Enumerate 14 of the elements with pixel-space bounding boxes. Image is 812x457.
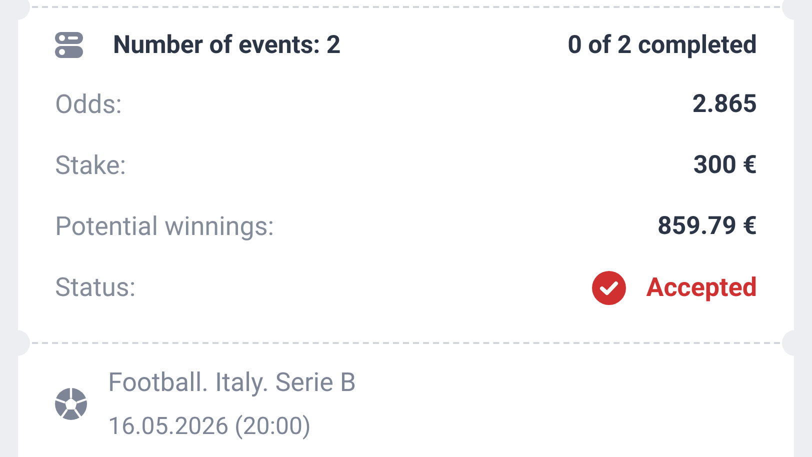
detail-label: Stake: [55, 150, 126, 180]
detail-label: Potential winnings: [55, 212, 274, 242]
status-value: Accepted [646, 272, 757, 302]
detail-value: 2.865 [692, 90, 757, 119]
events-count: Number of events: 2 [113, 30, 341, 60]
detail-value: 859.79 € [657, 212, 757, 241]
list-icon [55, 31, 83, 59]
football-icon [54, 387, 88, 421]
status-label: Status: [55, 272, 136, 302]
detail-value: 300 € [693, 151, 757, 180]
event-date: 16.05.2026 (20:00) [108, 412, 312, 440]
progress-text: 0 of 2 completed [568, 30, 757, 60]
detail-label: Odds: [55, 90, 122, 120]
league-name: Football. Italy. Serie B [108, 368, 356, 398]
